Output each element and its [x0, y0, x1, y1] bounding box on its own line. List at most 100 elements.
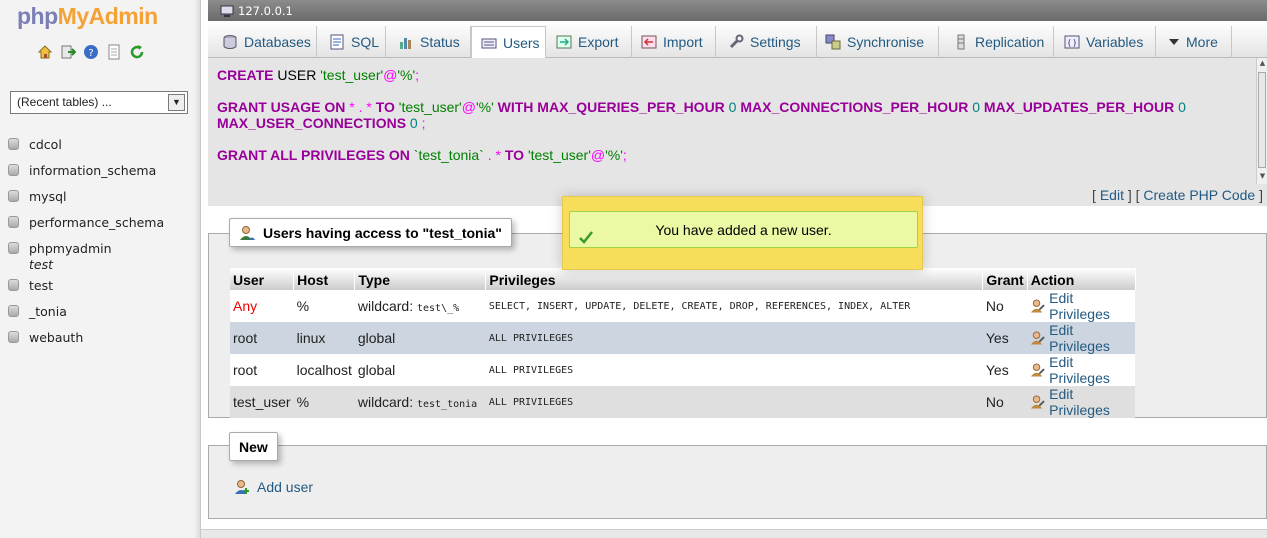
recent-tables-value: (Recent tables) ... — [17, 95, 112, 109]
tab-synchronise[interactable]: Synchronise — [817, 26, 939, 58]
database-item[interactable]: mysql — [8, 183, 164, 209]
edit-privileges-link[interactable]: Edit Privileges — [1030, 290, 1132, 322]
tab-label: Databases — [244, 34, 311, 50]
success-notice: You have added a new user. — [562, 196, 923, 270]
more-icon — [1168, 34, 1180, 50]
tab-status[interactable]: Status — [386, 26, 471, 58]
reload-icon[interactable] — [129, 44, 145, 60]
cell-action: Edit Privileges — [1027, 322, 1136, 354]
recent-tables-select[interactable]: (Recent tables) ... ▼ — [10, 91, 188, 114]
edit-query-link[interactable]: Edit — [1100, 187, 1124, 203]
type-code: test_tonia — [417, 399, 478, 410]
tab-label: Variables — [1086, 34, 1144, 50]
tab-label: More — [1186, 34, 1218, 50]
edit-privileges-icon — [1031, 363, 1045, 377]
type-label: global — [357, 362, 396, 378]
column-header-privileges[interactable]: Privileges — [485, 268, 984, 290]
database-item[interactable]: test — [8, 272, 164, 298]
tab-import[interactable]: Import — [632, 26, 716, 58]
cell-type: wildcard: test\_% — [354, 290, 486, 322]
sql-string: '%' — [605, 147, 623, 163]
bracket-close: ] — [1255, 187, 1263, 203]
sql-operator: @ — [383, 67, 398, 83]
column-header-host[interactable]: Host — [293, 268, 356, 290]
scrollbar-thumb[interactable] — [1258, 72, 1266, 168]
scroll-up-icon[interactable]: ▲ — [1258, 59, 1267, 68]
add-user-label: Add user — [257, 479, 314, 495]
database-subitem[interactable]: test — [8, 256, 164, 272]
column-header-user[interactable]: User — [230, 268, 295, 290]
database-name: phpmyadmin — [29, 240, 112, 256]
table-row: root linux global ALL PRIVILEGES Yes Edi… — [230, 322, 1136, 354]
tab-label: Import — [663, 34, 703, 50]
sql-line-grant-usage: GRANT USAGE ON * . * TO 'test_user'@'%' … — [217, 99, 1247, 131]
sql-operator: * — [345, 99, 359, 115]
tab-more[interactable]: More — [1156, 26, 1232, 58]
cell-user: test_user — [230, 386, 294, 418]
tab-export[interactable]: Export — [547, 26, 632, 58]
cell-grant: Yes — [982, 354, 1028, 386]
sql-operator: * — [491, 147, 505, 163]
sql-box-scrollbar[interactable]: ▲ ▼ — [1256, 58, 1267, 184]
add-user-link[interactable]: Add user — [234, 479, 313, 495]
bracket-close: ] — [1123, 187, 1132, 203]
type-label: wildcard: — [357, 394, 414, 410]
sql-keyword: CREATE — [217, 67, 274, 83]
column-header-grant[interactable]: Grant — [982, 268, 1028, 290]
tab-users[interactable]: Users — [471, 26, 546, 59]
tab-sql[interactable]: SQL — [317, 26, 386, 58]
database-item[interactable]: performance_schema — [8, 209, 164, 235]
docs-icon[interactable] — [106, 44, 122, 60]
column-header-type[interactable]: Type — [354, 268, 487, 290]
exit-icon[interactable] — [60, 44, 76, 60]
create-php-code-link[interactable]: Create PHP Code — [1143, 187, 1255, 203]
bottom-frame-edge — [201, 529, 1267, 538]
database-icon — [8, 305, 19, 317]
bracket-open: [ — [1092, 187, 1100, 203]
chevron-down-icon[interactable]: ▼ — [168, 94, 185, 111]
phpmyadmin-logo[interactable]: phpMyAdmin — [17, 3, 158, 30]
cell-grant: Yes — [982, 322, 1028, 354]
tab-label: SQL — [351, 34, 380, 50]
database-name: performance_schema — [29, 214, 165, 230]
cell-user: root — [230, 322, 294, 354]
database-name: _tonia — [29, 303, 67, 319]
database-item[interactable]: webauth — [8, 324, 164, 350]
database-name: mysql — [29, 188, 67, 204]
edit-privileges-link[interactable]: Edit Privileges — [1030, 354, 1132, 386]
tab-databases[interactable]: Databases — [208, 26, 317, 58]
users-access-title: Users having access to "test_tonia" — [263, 224, 502, 241]
cell-privileges: ALL PRIVILEGES — [485, 354, 983, 386]
edit-privileges-label: Edit Privileges — [1049, 290, 1110, 322]
edit-privileges-link[interactable]: Edit Privileges — [1030, 322, 1132, 354]
sql-number: 0 — [406, 115, 422, 131]
home-icon[interactable] — [37, 44, 53, 60]
database-item[interactable]: _tonia — [8, 298, 164, 324]
sql-line-create-user: CREATE USER 'test_user'@'%'; — [217, 67, 1247, 83]
database-icon — [8, 216, 19, 228]
users-table: User Host Type Privileges Grant Action A… — [230, 268, 1136, 418]
type-label: global — [357, 330, 396, 346]
database-icon — [8, 138, 19, 150]
cell-host: localhost — [293, 354, 355, 386]
scroll-down-icon[interactable]: ▼ — [1258, 172, 1267, 181]
cell-user: root — [230, 354, 294, 386]
tab-replication[interactable]: Replication — [939, 26, 1054, 58]
column-header-action[interactable]: Action — [1027, 268, 1136, 290]
tab-settings[interactable]: Settings — [716, 26, 817, 58]
database-icon — [8, 279, 19, 291]
sql-string: 'test_user' — [394, 99, 462, 115]
database-item[interactable]: information_schema — [8, 157, 164, 183]
database-name: information_schema — [29, 162, 157, 178]
help-icon[interactable]: ? — [83, 44, 99, 60]
tab-label: Settings — [750, 34, 801, 50]
table-row: test_user % wildcard: test_tonia ALL PRI… — [230, 386, 1136, 418]
sql-string: '%' — [397, 67, 416, 83]
success-message: You have added a new user. — [655, 222, 832, 238]
database-item[interactable]: cdcol — [8, 131, 164, 157]
edit-privileges-label: Edit Privileges — [1049, 322, 1110, 354]
edit-privileges-link[interactable]: Edit Privileges — [1030, 386, 1132, 418]
sql-icon — [329, 34, 345, 50]
server-label[interactable]: 127.0.0.1 — [238, 1, 293, 21]
tab-variables[interactable]: () Variables — [1054, 26, 1156, 58]
